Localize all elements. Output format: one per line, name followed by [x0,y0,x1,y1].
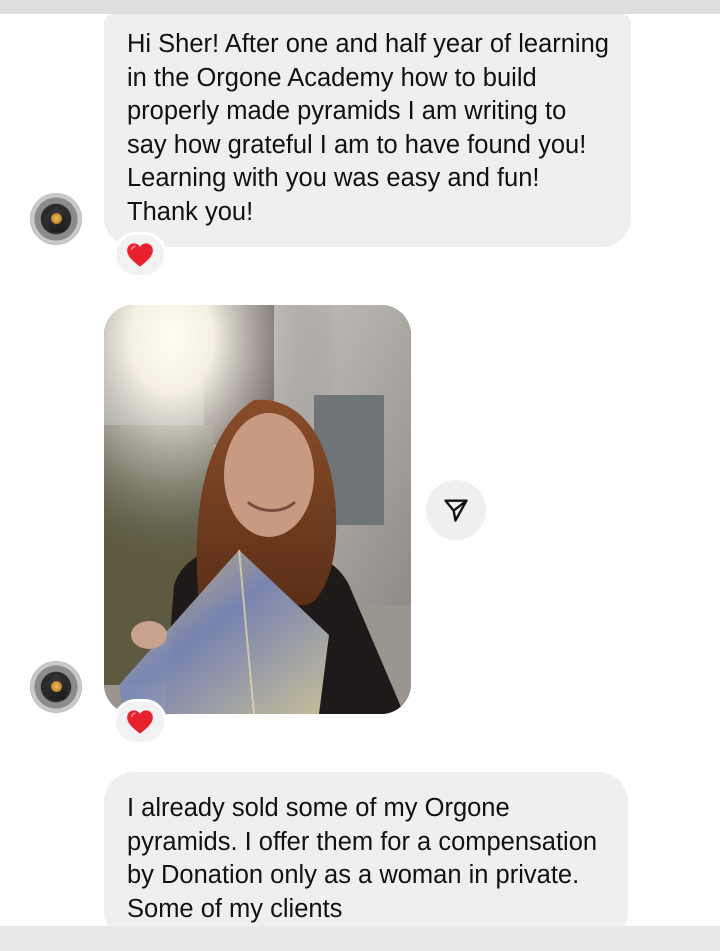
message-text: Hi Sher! After one and half year of lear… [127,30,609,226]
message-bubble[interactable]: Hi Sher! After one and half year of lear… [104,14,631,247]
heart-icon [127,710,153,734]
send-arrow-icon [444,499,468,522]
share-button[interactable] [426,480,486,540]
reaction-badge[interactable] [113,699,167,745]
heart-icon [127,243,153,267]
message-bubble[interactable]: I already sold some of my Orgone pyramid… [104,772,628,942]
top-status-strip [0,0,720,14]
avatar-icon[interactable] [30,193,82,245]
photo-image [104,305,411,714]
reaction-badge[interactable] [113,232,167,278]
message-text: I already sold some of my Orgone pyramid… [127,794,598,923]
avatar-icon[interactable] [30,661,82,713]
message-photo[interactable] [104,305,411,714]
bottom-strip [0,926,720,951]
